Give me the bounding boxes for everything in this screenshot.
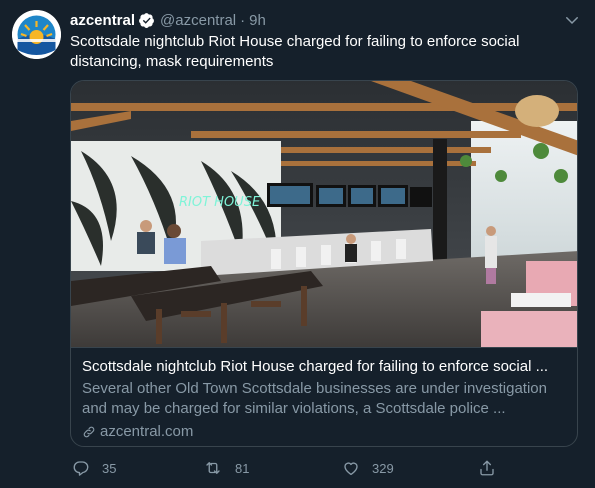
tweet-timestamp[interactable]: 9h [249,12,266,29]
tweet-text: Scottsdale nightclub Riot House charged … [70,33,520,70]
verified-badge-icon [138,12,155,29]
tweet-header: azcentral @azcentral · 9h [70,9,585,31]
reply-count: 35 [102,460,117,476]
card-domain-text: azcentral.com [100,423,194,440]
author-handle[interactable]: @azcentral [160,12,236,29]
share-button[interactable] [478,459,496,477]
author-name[interactable]: azcentral [70,12,135,29]
card-description: Several other Old Town Scottsdale busine… [82,380,547,417]
like-count: 329 [372,460,394,476]
card-body: Scottsdale nightclub Riot House charged … [71,347,577,446]
card-image: RIOT HOUSE [71,81,577,347]
avatar[interactable] [12,10,61,59]
tweet-actions: 35 81 329 [70,456,575,480]
retweet-count: 81 [235,460,250,476]
caret-down-icon[interactable] [563,11,581,33]
like-icon [344,462,358,476]
link-card[interactable]: RIOT HOUSE Scottsdale nightclub Riot Hou… [70,80,578,447]
separator-dot: · [240,11,246,29]
retweet-button[interactable]: 81 [203,459,249,477]
link-icon [83,426,95,437]
card-domain: azcentral.com [82,422,568,441]
card-title: Scottsdale nightclub Riot House charged … [82,358,549,375]
retweet-icon [206,462,220,474]
reply-icon [73,461,89,476]
card-image-sign: RIOT HOUSE [179,195,261,210]
azcentral-logo-icon [12,10,61,59]
like-button[interactable]: 329 [342,459,394,477]
share-icon [480,460,494,476]
reply-button[interactable]: 35 [72,459,116,477]
